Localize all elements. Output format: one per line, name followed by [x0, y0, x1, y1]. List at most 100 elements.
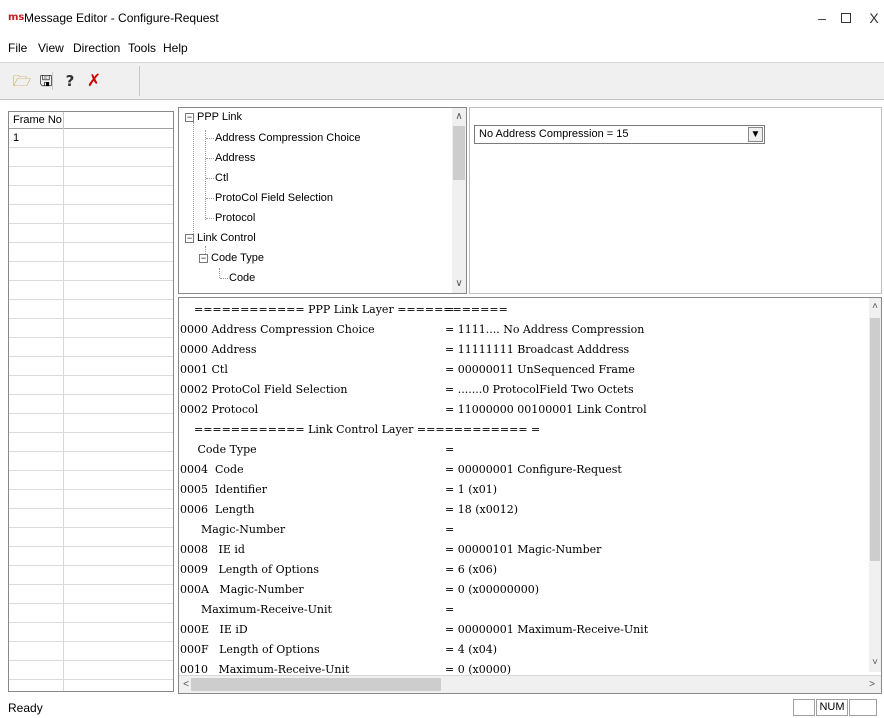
save-icon[interactable]: 🖫 [36, 71, 56, 91]
decode-line-value: = 18 (x0012) [445, 503, 518, 516]
scroll-thumb[interactable] [191, 678, 441, 691]
decode-line-value: = 00000001 Configure-Request [445, 463, 622, 476]
tree-line [206, 138, 214, 139]
decode-line-field[interactable]: 000F Length of Options [180, 640, 320, 660]
tree-node-address-compression[interactable]: Address Compression Choice [215, 131, 361, 145]
decode-line-value: = [445, 443, 455, 456]
tree-line [193, 122, 194, 236]
collapse-icon[interactable]: − [199, 253, 208, 263]
decode-line-field[interactable]: 0006 Length [180, 500, 254, 520]
toolbar: 🗁 🖫 ? ✗ [0, 62, 884, 100]
column-header-blank[interactable] [64, 112, 173, 129]
tree-node-code[interactable]: Code [229, 271, 255, 285]
frame-list[interactable]: Frame No 1 [8, 111, 174, 692]
open-icon[interactable]: 🗁 [12, 71, 32, 91]
scroll-down-icon[interactable]: ∨ [452, 277, 466, 291]
menu-view[interactable]: View [38, 41, 64, 55]
decode-horizontal-scrollbar[interactable]: < > [179, 675, 881, 693]
minimize-button[interactable]: – [812, 8, 832, 28]
status-text: Ready [8, 701, 43, 715]
tree-line [220, 278, 228, 279]
decode-line-field[interactable]: 000A Magic-Number [180, 580, 304, 600]
decode-vertical-scrollbar[interactable]: ˄ ˅ [869, 298, 881, 672]
scroll-right-icon[interactable]: > [865, 678, 879, 692]
tree-node-protocol-field-selection[interactable]: ProtoCol Field Selection [215, 191, 333, 205]
tree-node-ppp-link[interactable]: − PPP Link [185, 110, 242, 124]
tree-node-link-control[interactable]: − Link Control [185, 231, 256, 245]
maximize-button[interactable] [836, 8, 856, 28]
menu-tools[interactable]: Tools [128, 41, 156, 55]
decode-line-field[interactable]: Maximum-Receive-Unit [180, 600, 332, 620]
status-cell-blank [849, 699, 877, 716]
scroll-up-icon[interactable]: ˄ [869, 300, 881, 314]
title-bar: ms Message Editor - Configure-Request – … [0, 0, 884, 38]
decode-line-field[interactable]: Magic-Number [180, 520, 285, 540]
decode-line-value: = .......0 ProtocolField Two Octets [445, 383, 634, 396]
decode-line-value: = 6 (x06) [445, 563, 497, 576]
decode-line-field[interactable]: 0002 ProtoCol Field Selection [180, 380, 347, 400]
collapse-icon[interactable]: − [185, 112, 194, 122]
decode-panel[interactable]: ============ PPP Link Layer ============… [178, 297, 882, 694]
column-header-frame-no[interactable]: Frame No [9, 112, 64, 129]
tree-line [206, 158, 214, 159]
decode-line-field[interactable]: 0008 IE id [180, 540, 245, 560]
decode-line-value: = 1111.... No Address Compression [445, 323, 645, 336]
menu-direction[interactable]: Direction [73, 41, 120, 55]
decode-line-value: = [445, 603, 455, 616]
toolbar-group: 🗁 🖫 ? ✗ [4, 66, 140, 96]
app-logo-icon: ms [8, 12, 25, 23]
decode-line-field[interactable]: 0001 Ctl [180, 360, 228, 380]
scroll-thumb[interactable] [870, 318, 880, 561]
scroll-thumb[interactable] [453, 126, 465, 180]
value-panel: No Address Compression = 15 ▼ [469, 107, 882, 294]
tree-node-address[interactable]: Address [215, 151, 255, 165]
decode-line-field[interactable]: 0000 Address [180, 340, 257, 360]
tree-line [206, 198, 214, 199]
window-title: Message Editor - Configure-Request [24, 11, 219, 25]
tree-node-protocol[interactable]: Protocol [215, 211, 255, 225]
tree-line [206, 178, 214, 179]
tree-line [219, 268, 220, 278]
field-tree[interactable]: − PPP Link Address Compression Choice Add… [178, 107, 467, 294]
tree-node-code-type[interactable]: − Code Type [199, 251, 264, 265]
scroll-up-icon[interactable]: ∧ [452, 110, 466, 124]
exit-icon[interactable]: ✗ [84, 71, 104, 91]
decode-line-field[interactable]: 0000 Address Compression Choice [180, 320, 375, 340]
decode-line-value: = 4 (x04) [445, 643, 497, 656]
decode-line-value: = [445, 303, 455, 316]
decode-line-value: = 00000001 Maximum-Receive-Unit [445, 623, 649, 636]
decode-line-value: = 11111111 Broadcast Adddress [445, 343, 630, 356]
maximize-icon [841, 13, 851, 23]
decode-line-field[interactable]: ============ PPP Link Layer ============ [180, 300, 508, 320]
decode-line-field[interactable]: 0004 Code [180, 460, 244, 480]
close-button[interactable]: X [864, 8, 884, 28]
decode-line-field[interactable]: 0005 Identifier [180, 480, 267, 500]
decode-line-value: = 1 (x01) [445, 483, 497, 496]
decode-line-field[interactable]: 000E IE iD [180, 620, 248, 640]
menu-bar: File View Direction Tools Help [0, 38, 884, 58]
status-cell-blank [793, 699, 815, 716]
toolbar-separator [52, 72, 53, 90]
dropdown-arrow-icon[interactable]: ▼ [748, 127, 763, 142]
status-bar: Ready NUM [0, 697, 884, 718]
decode-line-value: = 11000000 00100001 Link Control [445, 403, 647, 416]
decode-line-value: = 00000101 Magic-Number [445, 543, 602, 556]
tree-line [205, 130, 206, 220]
decode-line-value: = [445, 523, 455, 536]
collapse-icon[interactable]: − [185, 233, 194, 243]
frame-row[interactable]: 1 [9, 129, 64, 148]
decode-line-value: = 00000011 UnSequenced Frame [445, 363, 635, 376]
menu-help[interactable]: Help [163, 41, 188, 55]
help-icon[interactable]: ? [60, 71, 80, 91]
menu-file[interactable]: File [8, 41, 27, 55]
decode-line-field[interactable]: Code Type [180, 440, 256, 460]
decode-line-field[interactable]: 0002 Protocol [180, 400, 258, 420]
decode-line-field[interactable]: 0009 Length of Options [180, 560, 319, 580]
dropdown-value: No Address Compression = 15 [479, 128, 629, 140]
value-dropdown[interactable]: No Address Compression = 15 ▼ [474, 125, 765, 144]
frame-list-rows: 1 [9, 129, 173, 691]
tree-scrollbar[interactable]: ∧ ∨ [452, 108, 466, 293]
tree-node-ctl[interactable]: Ctl [215, 171, 228, 185]
scroll-down-icon[interactable]: ˅ [869, 656, 881, 670]
decode-line-field[interactable]: ============ Link Control Layer ========… [180, 420, 540, 440]
